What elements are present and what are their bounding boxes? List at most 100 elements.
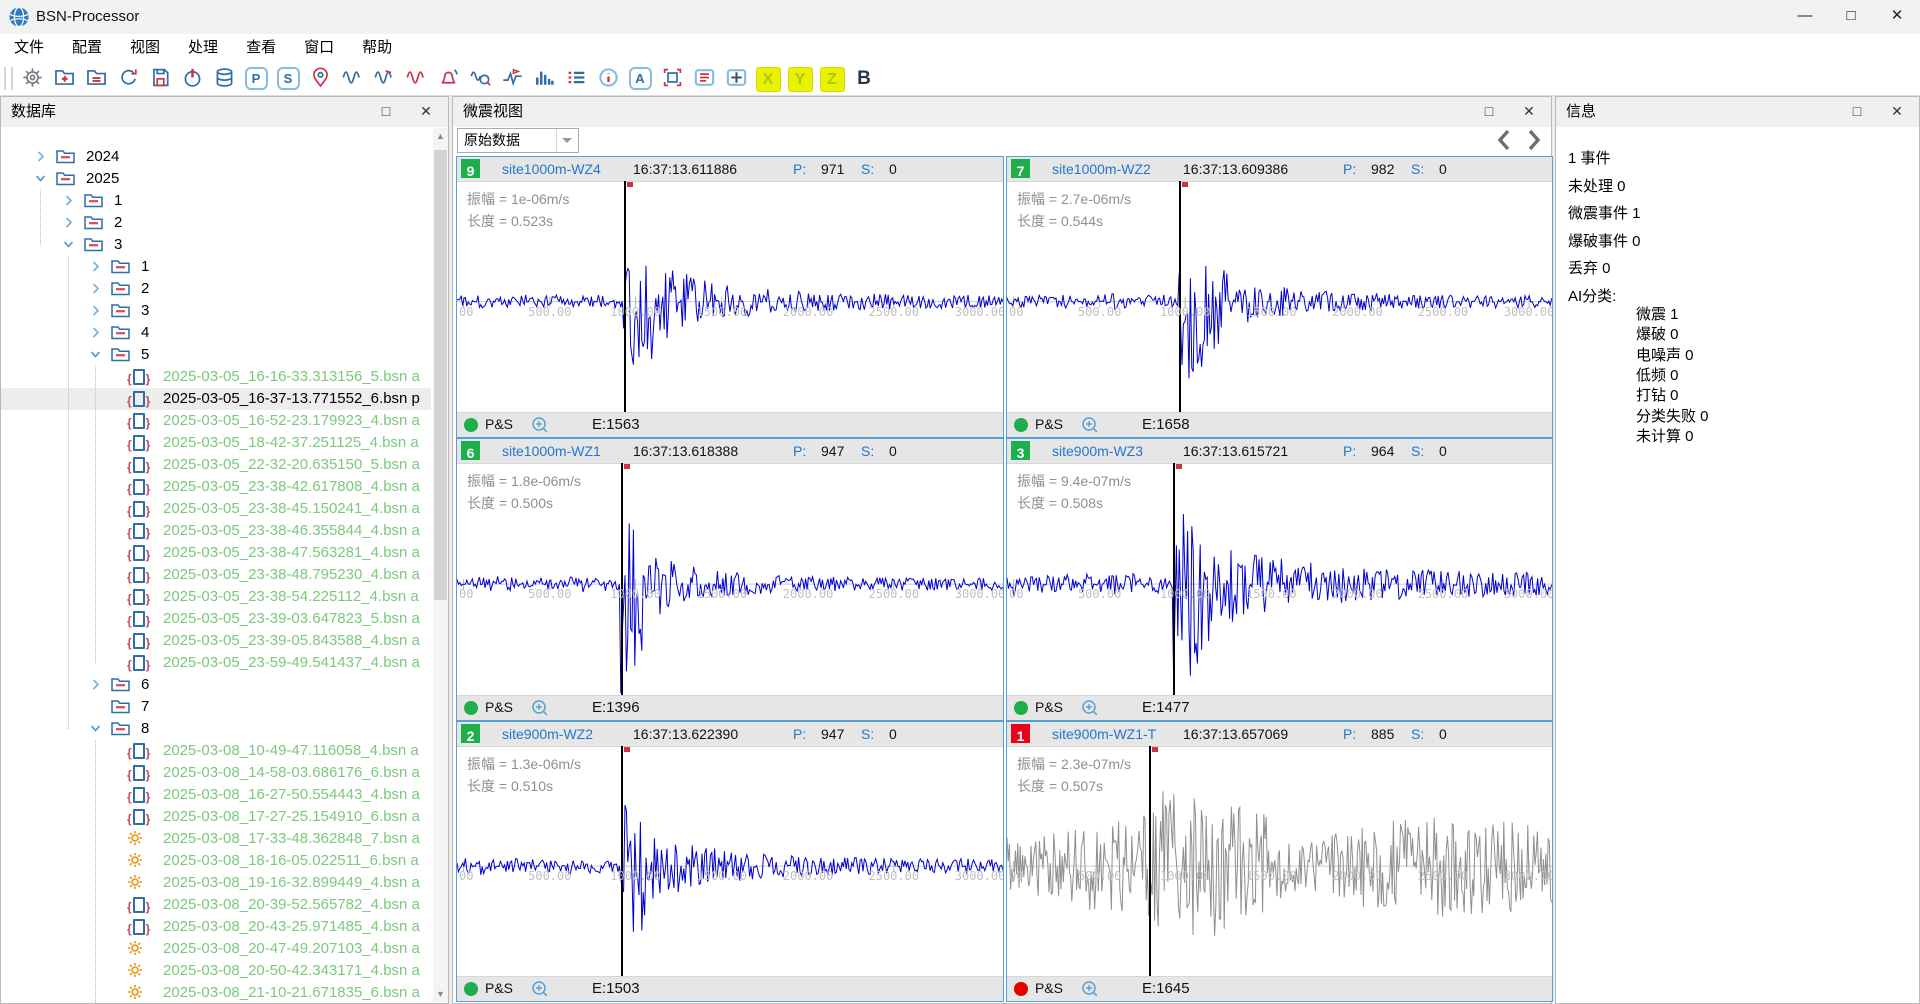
tree-folder-7[interactable]: 7 [1, 696, 432, 718]
tree-folder-6[interactable]: 6 [1, 674, 432, 696]
tree-file-item[interactable]: {}2025-03-05_18-42-37.251125_4.bsn a [1, 432, 432, 454]
info-panel-maximize-button[interactable]: □ [1839, 97, 1875, 127]
a-label-button[interactable]: A [627, 64, 653, 92]
tree-file-item[interactable]: {}2025-03-08_17-27-25.154910_6.bsn a [1, 806, 432, 828]
chevron-right-icon[interactable] [89, 326, 102, 344]
chevron-right-icon[interactable] [89, 260, 102, 278]
tree-file-item[interactable]: {}2025-03-08_20-39-52.565782_4.bsn a [1, 894, 432, 916]
waveform-icon-3[interactable] [403, 64, 429, 92]
menu-view[interactable]: 视图 [116, 34, 174, 62]
tree-folder-5[interactable]: 5 [1, 344, 432, 366]
tree-file-item[interactable]: {}2025-03-08_20-43-25.971485_4.bsn a [1, 916, 432, 938]
window-minimize-button[interactable]: — [1782, 0, 1828, 34]
database-icon[interactable] [211, 64, 237, 92]
waveform-plot[interactable]: 振幅 = 2.7e-06m/s长度 = 0.544s00500.001000.0… [1007, 181, 1552, 413]
p-pick-line[interactable] [624, 181, 626, 413]
chevron-down-icon[interactable] [34, 172, 47, 190]
bell-wave-icon[interactable] [435, 64, 461, 92]
tree-file-item[interactable]: {}2025-03-08_14-58-03.686176_6.bsn a [1, 762, 432, 784]
folder-add-icon[interactable] [51, 64, 77, 92]
window-maximize-button[interactable]: □ [1828, 0, 1874, 34]
p-pick-line[interactable] [621, 463, 623, 696]
menu-window[interactable]: 窗口 [290, 34, 348, 62]
list-icon[interactable] [563, 64, 589, 92]
tree-folder-4[interactable]: 4 [1, 322, 432, 344]
location-pin-icon[interactable] [307, 64, 333, 92]
frame-select-icon[interactable] [659, 64, 685, 92]
chevron-right-icon[interactable] [89, 304, 102, 322]
crosshair-icon[interactable] [723, 64, 749, 92]
tree-file-item[interactable]: {}2025-03-05_23-38-45.150241_4.bsn a [1, 498, 432, 520]
zoom-in-icon[interactable] [531, 699, 549, 722]
y-axis-button[interactable]: Y [787, 64, 813, 92]
tree-file-item[interactable]: {}2025-03-05_16-16-33.313156_5.bsn a [1, 366, 432, 388]
tree-folder-8[interactable]: 8 [1, 718, 432, 740]
tree-file-item[interactable]: {}2025-03-05_23-38-54.225112_4.bsn a [1, 586, 432, 608]
tree-file-item[interactable]: {}2025-03-05_23-39-03.647823_5.bsn a [1, 608, 432, 630]
scroll-down-icon[interactable]: ▼ [433, 986, 448, 1002]
tree-file-item[interactable]: {}2025-03-05_23-38-47.563281_4.bsn a [1, 542, 432, 564]
chevron-right-icon[interactable] [34, 150, 47, 168]
chevron-down-icon[interactable] [89, 348, 102, 366]
tree-scrollbar[interactable]: ▲ ▼ [433, 128, 448, 1002]
zoom-in-icon[interactable] [1081, 416, 1099, 439]
tree-file-item[interactable]: {}2025-03-05_23-59-49.541437_4.bsn a [1, 652, 432, 674]
info-icon[interactable] [595, 64, 621, 92]
save-icon[interactable] [147, 64, 173, 92]
chevron-down-icon[interactable] [62, 238, 75, 256]
waveform-panel-maximize-button[interactable]: □ [1471, 97, 1507, 127]
window-close-button[interactable]: ✕ [1874, 0, 1920, 34]
p-phase-button[interactable]: P [243, 64, 269, 92]
tree-file-item[interactable]: {}2025-03-05_16-52-23.179923_4.bsn a [1, 410, 432, 432]
menu-process[interactable]: 处理 [174, 34, 232, 62]
tree-file-item[interactable]: {}2025-03-05_22-32-20.635150_5.bsn a [1, 454, 432, 476]
tree-file-item[interactable]: 2025-03-08_18-16-05.022511_6.bsn a [1, 850, 432, 872]
waveform-icon-1[interactable] [339, 64, 365, 92]
b-button[interactable]: B [851, 64, 877, 92]
tree-folder-2[interactable]: 2 [1, 212, 432, 234]
histogram-icon[interactable] [531, 64, 557, 92]
tree-file-item[interactable]: 2025-03-08_21-10-21.671835_6.bsn a [1, 982, 432, 1003]
zoom-in-icon[interactable] [1081, 699, 1099, 722]
menu-config[interactable]: 配置 [58, 34, 116, 62]
waveform-plot[interactable]: 振幅 = 1.8e-06m/s长度 = 0.500s00500.001000.0… [457, 463, 1003, 696]
zoom-in-icon[interactable] [531, 980, 549, 1003]
menu-help[interactable]: 帮助 [348, 34, 406, 62]
p-pick-line[interactable] [621, 746, 623, 977]
tree-file-item[interactable]: {}2025-03-05_23-39-05.843588_4.bsn a [1, 630, 432, 652]
info-panel-close-button[interactable]: ✕ [1879, 97, 1915, 127]
tree-folder-2025[interactable]: 2025 [1, 168, 432, 190]
prev-page-button[interactable] [1493, 127, 1521, 155]
chevron-down-icon[interactable] [556, 129, 578, 152]
tree-file-item[interactable]: {}2025-03-08_16-27-50.554443_4.bsn a [1, 784, 432, 806]
tree-folder-2024[interactable]: 2024 [1, 146, 432, 168]
chevron-right-icon[interactable] [62, 216, 75, 234]
zoom-in-icon[interactable] [1081, 980, 1099, 1003]
waveform-plot[interactable]: 振幅 = 1e-06m/s长度 = 0.523s00500.001000.001… [457, 181, 1003, 413]
tree-file-item[interactable]: {}2025-03-05_23-38-42.617808_4.bsn a [1, 476, 432, 498]
tree-file-item[interactable]: 2025-03-08_20-50-42.343171_4.bsn a [1, 960, 432, 982]
settings-gear-icon[interactable] [19, 64, 45, 92]
next-page-button[interactable] [1523, 127, 1551, 155]
menu-file[interactable]: 文件 [0, 34, 58, 62]
tree-file-item[interactable]: 2025-03-08_20-47-49.207103_4.bsn a [1, 938, 432, 960]
scroll-up-icon[interactable]: ▲ [433, 128, 448, 144]
tree-file-item[interactable]: {}2025-03-05_16-37-13.771552_6.bsn p [1, 388, 431, 410]
refresh-icon[interactable] [115, 64, 141, 92]
data-type-select[interactable]: 原始数据 [457, 128, 579, 153]
q-wave-icon[interactable] [467, 64, 493, 92]
tree-file-item[interactable]: {}2025-03-05_23-38-48.795230_4.bsn a [1, 564, 432, 586]
toolbar-grip[interactable] [4, 67, 13, 90]
z-axis-button[interactable]: Z [819, 64, 845, 92]
chevron-right-icon[interactable] [89, 678, 102, 696]
report-icon[interactable] [691, 64, 717, 92]
p-pick-line[interactable] [1179, 181, 1181, 413]
scroll-thumb[interactable] [434, 150, 447, 600]
p-pick-line[interactable] [1173, 463, 1175, 696]
tree-file-item[interactable]: 2025-03-08_19-16-32.899449_4.bsn a [1, 872, 432, 894]
tree-file-item[interactable]: {}2025-03-08_10-49-47.116058_4.bsn a [1, 740, 432, 762]
waveform-plot[interactable]: 振幅 = 2.3e-07m/s长度 = 0.507s00500.001000.0… [1007, 746, 1552, 977]
chevron-right-icon[interactable] [62, 194, 75, 212]
waveform-plot[interactable]: 振幅 = 9.4e-07m/s长度 = 0.508s00500.001000.0… [1007, 463, 1552, 696]
wave-flag-icon[interactable] [499, 64, 525, 92]
